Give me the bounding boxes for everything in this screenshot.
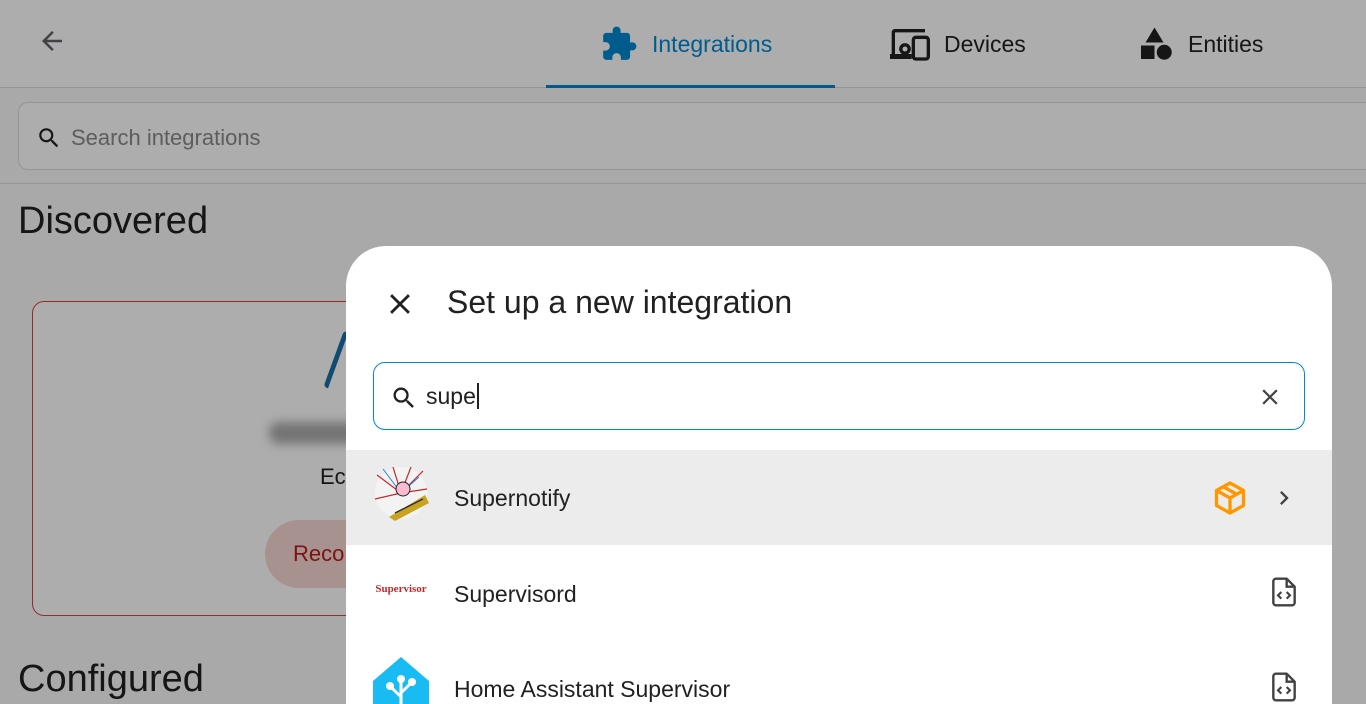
yaml-config-icon [1268, 575, 1304, 611]
yaml-config-icon [1268, 670, 1304, 704]
close-icon [1262, 389, 1278, 405]
supervisord-logo: Supervisor [375, 583, 427, 595]
dialog-title: Set up a new integration [447, 284, 793, 320]
list-item-home-assistant-supervisor[interactable]: Home Assistant Supervisor [346, 641, 1332, 704]
home-assistant-logo [373, 657, 429, 704]
search-icon [390, 384, 418, 417]
list-item-supernotify[interactable]: Supernotify [346, 450, 1332, 545]
result-label: Home Assistant Supervisor [454, 676, 731, 702]
clear-search-button[interactable] [1256, 383, 1284, 411]
list-item-supervisord[interactable]: Supervisor Supervisord [346, 546, 1332, 641]
result-label: Supernotify [454, 485, 571, 511]
add-integration-dialog: Set up a new integration supe Supernotif… [346, 246, 1332, 704]
custom-integration-icon [1212, 480, 1248, 516]
result-label: Supervisord [454, 581, 577, 607]
integration-search-input[interactable]: supe [373, 362, 1305, 430]
close-icon [390, 294, 410, 314]
search-value: supe [426, 383, 479, 410]
supernotify-logo [373, 465, 429, 521]
chevron-right-icon [1270, 484, 1298, 512]
close-button[interactable] [380, 284, 420, 324]
